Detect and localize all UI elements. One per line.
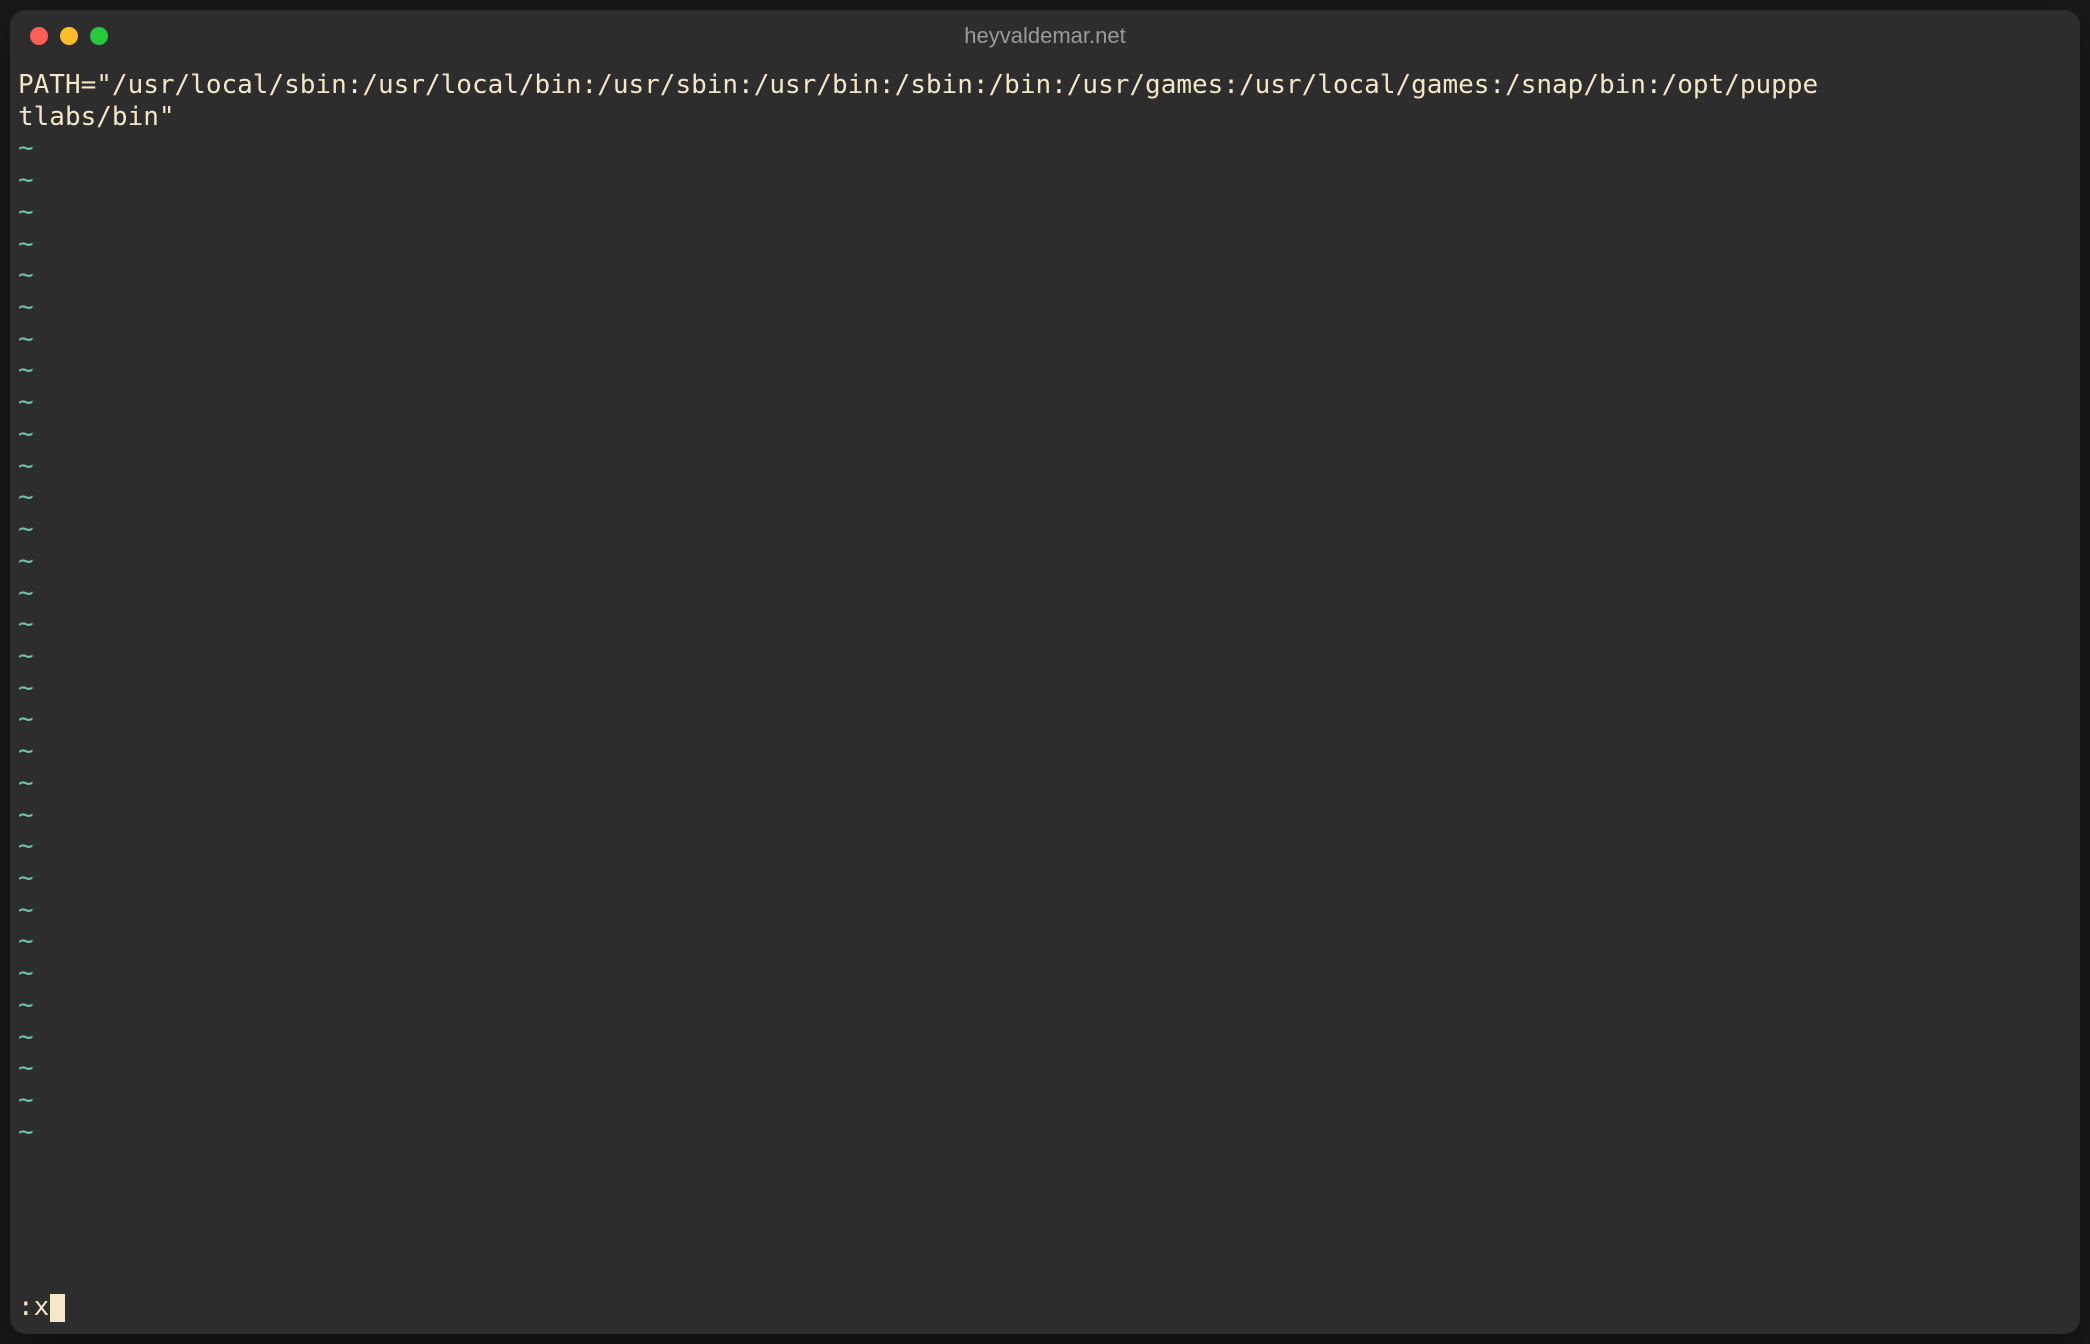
empty-line-tilde: ~: [18, 1117, 2072, 1149]
close-icon[interactable]: [30, 27, 48, 45]
empty-line-tilde: ~: [18, 260, 2072, 292]
empty-line-tilde: ~: [18, 926, 2072, 958]
empty-line-tilde: ~: [18, 1022, 2072, 1054]
empty-line-tilde: ~: [18, 324, 2072, 356]
title-bar: heyvaldemar.net: [10, 10, 2080, 62]
empty-line-tilde: ~: [18, 355, 2072, 387]
minimize-icon[interactable]: [60, 27, 78, 45]
empty-line-tilde: ~: [18, 482, 2072, 514]
empty-lines-area[interactable]: ~~~~~~~~~~~~~~~~~~~~~~~~~~~~~~~~: [18, 133, 2072, 1292]
empty-line-tilde: ~: [18, 1053, 2072, 1085]
vim-command-text: :x: [18, 1292, 49, 1324]
vim-command-line[interactable]: :x: [18, 1292, 2072, 1334]
cursor-icon: [50, 1294, 65, 1322]
empty-line-tilde: ~: [18, 831, 2072, 863]
empty-line-tilde: ~: [18, 133, 2072, 165]
empty-line-tilde: ~: [18, 609, 2072, 641]
empty-line-tilde: ~: [18, 578, 2072, 610]
file-content-line-1[interactable]: PATH="/usr/local/sbin:/usr/local/bin:/us…: [18, 70, 2072, 102]
empty-line-tilde: ~: [18, 990, 2072, 1022]
empty-line-tilde: ~: [18, 895, 2072, 927]
empty-line-tilde: ~: [18, 229, 2072, 261]
empty-line-tilde: ~: [18, 451, 2072, 483]
terminal-window: heyvaldemar.net PATH="/usr/local/sbin:/u…: [10, 10, 2080, 1334]
empty-line-tilde: ~: [18, 800, 2072, 832]
empty-line-tilde: ~: [18, 768, 2072, 800]
empty-line-tilde: ~: [18, 546, 2072, 578]
empty-line-tilde: ~: [18, 1085, 2072, 1117]
empty-line-tilde: ~: [18, 863, 2072, 895]
maximize-icon[interactable]: [90, 27, 108, 45]
window-title: heyvaldemar.net: [964, 23, 1125, 49]
empty-line-tilde: ~: [18, 514, 2072, 546]
empty-line-tilde: ~: [18, 736, 2072, 768]
empty-line-tilde: ~: [18, 958, 2072, 990]
empty-line-tilde: ~: [18, 673, 2072, 705]
empty-line-tilde: ~: [18, 641, 2072, 673]
empty-line-tilde: ~: [18, 704, 2072, 736]
terminal-content[interactable]: PATH="/usr/local/sbin:/usr/local/bin:/us…: [10, 62, 2080, 1334]
empty-line-tilde: ~: [18, 197, 2072, 229]
empty-line-tilde: ~: [18, 292, 2072, 324]
empty-line-tilde: ~: [18, 387, 2072, 419]
traffic-lights: [30, 27, 108, 45]
empty-line-tilde: ~: [18, 165, 2072, 197]
file-content-line-2[interactable]: tlabs/bin": [18, 102, 2072, 134]
empty-line-tilde: ~: [18, 419, 2072, 451]
